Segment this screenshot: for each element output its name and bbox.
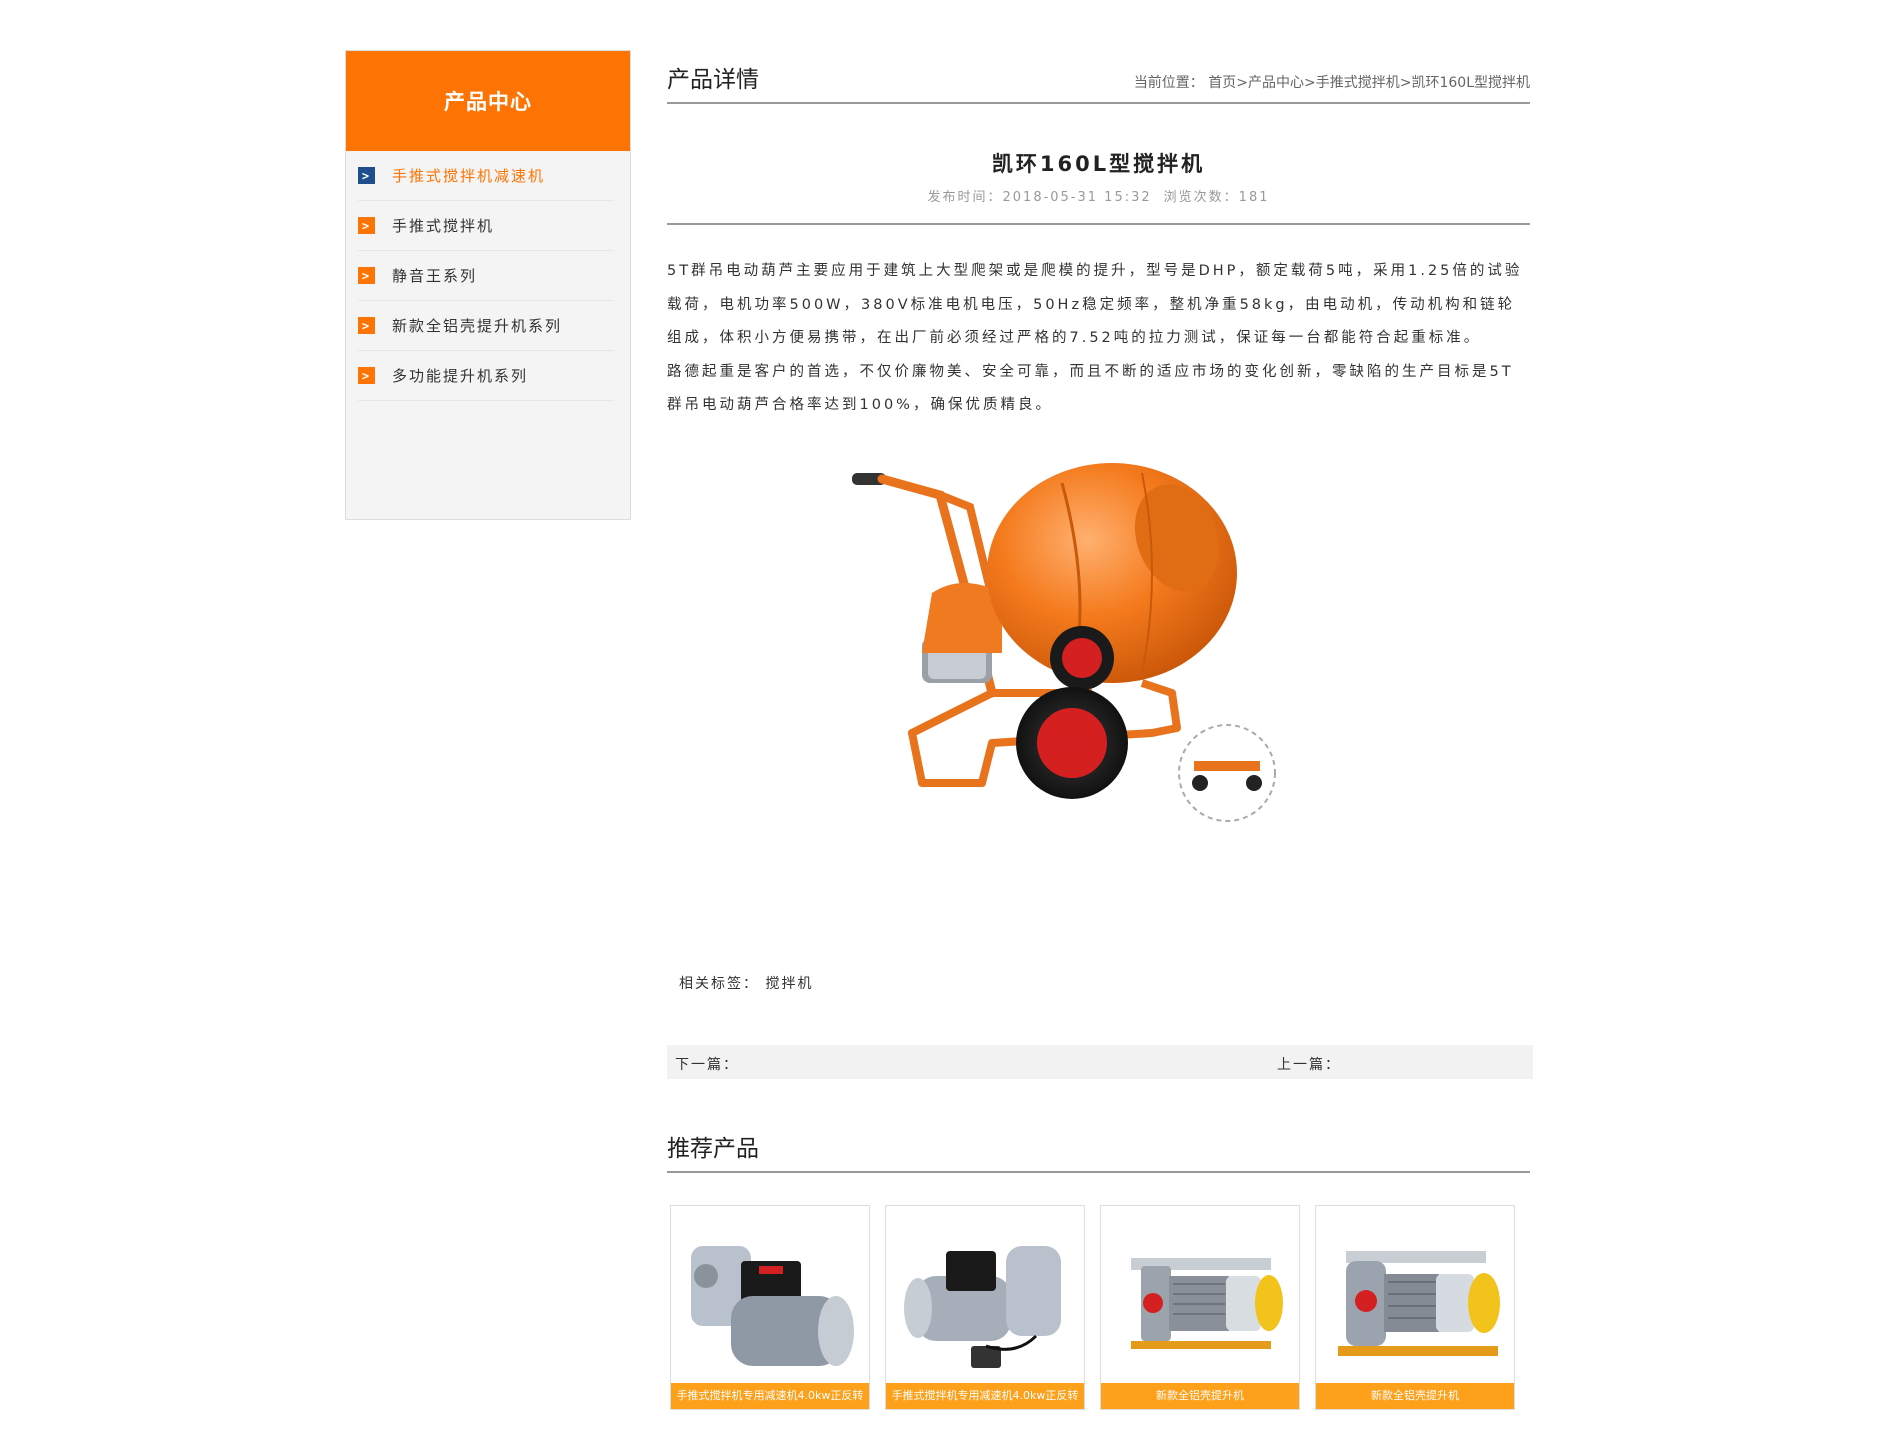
tags: 相关标签： 搅拌机 xyxy=(667,973,1530,993)
article-meta: 发布时间：2018-05-31 15:32 浏览次数：181 xyxy=(667,186,1530,205)
tags-label: 相关标签： xyxy=(679,975,759,992)
sidebar-item-label: 手推式搅拌机减速机 xyxy=(392,167,546,185)
sidebar: 产品中心 > 手推式搅拌机减速机 > 手推式搅拌机 > 静音王系列 > 新款全铝… xyxy=(345,50,631,520)
next-article-link[interactable]: 下一篇： xyxy=(675,1054,739,1074)
sidebar-item-aluminum-hoist[interactable]: > 新款全铝壳提升机系列 xyxy=(358,301,614,351)
article-paragraph: 5T群吊电动葫芦主要应用于建筑上大型爬架或是爬模的提升，型号是DHP，额定载荷5… xyxy=(667,263,1523,346)
hoist-image xyxy=(1338,1250,1500,1356)
publish-time: 2018-05-31 15:32 xyxy=(1002,190,1152,205)
sidebar-item-gear-reducer[interactable]: > 手推式搅拌机减速机 xyxy=(358,151,614,201)
recommend-header: 推荐产品 xyxy=(667,1121,1530,1173)
sidebar-item-silent-series[interactable]: > 静音王系列 xyxy=(358,251,614,301)
breadcrumb-prefix: 当前位置： xyxy=(1133,75,1204,91)
tag-link[interactable]: 搅拌机 xyxy=(765,976,813,992)
article-title: 凯环160L型搅拌机 xyxy=(991,152,1206,176)
sidebar-item-multi-hoist[interactable]: > 多功能提升机系列 xyxy=(358,351,614,401)
chevron-right-icon: > xyxy=(358,167,375,184)
sidebar-list: > 手推式搅拌机减速机 > 手推式搅拌机 > 静音王系列 > 新款全铝壳提升机系… xyxy=(346,151,630,401)
prev-article-link[interactable]: 上一篇： xyxy=(1277,1054,1341,1074)
reducer-image xyxy=(691,1245,854,1366)
chevron-right-icon: > xyxy=(358,267,375,284)
chevron-right-icon: > xyxy=(358,317,375,334)
publish-label: 发布时间： xyxy=(927,190,1003,205)
sidebar-item-hand-mixer[interactable]: > 手推式搅拌机 xyxy=(358,201,614,251)
sidebar-item-label: 多功能提升机系列 xyxy=(392,367,529,385)
chevron-right-icon: > xyxy=(358,367,375,384)
sidebar-item-label: 静音王系列 xyxy=(392,267,478,285)
recommend-caption: 手推式搅拌机专用减速机4.0kw正反转 xyxy=(671,1382,869,1409)
product-image xyxy=(842,443,1322,873)
breadcrumb-center-link[interactable]: 产品中心 xyxy=(1248,75,1304,91)
recommend-caption: 新款全铝壳提升机 xyxy=(1316,1382,1514,1409)
section-header: 产品详情 当前位置： 首页>产品中心>手推式搅拌机>凯环160L型搅拌机 xyxy=(667,50,1530,104)
recommend-card[interactable]: 新款全铝壳提升机 xyxy=(1315,1204,1515,1410)
breadcrumb-current[interactable]: 凯环160L型搅拌机 xyxy=(1411,75,1530,91)
prev-next-bar: 下一篇： 上一篇： xyxy=(667,1044,1533,1079)
recommend-title: 推荐产品 xyxy=(667,1135,759,1162)
reducer-image xyxy=(904,1245,1061,1368)
article-paragraph: 路德起重是客户的首选，不仅价廉物美、安全可靠，而且不断的适应市场的变化创新，零缺… xyxy=(667,363,1514,414)
recommend-card[interactable]: 新款全铝壳提升机 xyxy=(1100,1204,1300,1410)
hoist-image xyxy=(1131,1257,1283,1349)
main-content: 产品详情 当前位置： 首页>产品中心>手推式搅拌机>凯环160L型搅拌机 凯环1… xyxy=(667,50,1533,1410)
section-title: 产品详情 xyxy=(667,67,759,93)
breadcrumb-home-link[interactable]: 首页 xyxy=(1208,75,1236,91)
breadcrumb-separator: > xyxy=(1304,75,1316,91)
sidebar-item-label: 新款全铝壳提升机系列 xyxy=(392,317,563,335)
breadcrumb-category-link[interactable]: 手推式搅拌机 xyxy=(1316,75,1400,91)
breadcrumb-separator: > xyxy=(1399,75,1412,91)
recommend-caption: 手推式搅拌机专用减速机4.0kw正反转 xyxy=(886,1382,1084,1409)
mixer-image xyxy=(852,462,1276,822)
article-header: 凯环160L型搅拌机 发布时间：2018-05-31 15:32 浏览次数：181 xyxy=(667,104,1530,205)
divider xyxy=(667,223,1530,225)
views-label: 浏览次数： xyxy=(1163,190,1239,205)
recommend-grid: 手推式搅拌机专用减速机4.0kw正反转 手推式搅拌机专用减速机4.0kw正反转 xyxy=(670,1204,1530,1410)
breadcrumb: 当前位置： 首页>产品中心>手推式搅拌机>凯环160L型搅拌机 xyxy=(1134,72,1530,92)
recommend-card[interactable]: 手推式搅拌机专用减速机4.0kw正反转 xyxy=(885,1204,1085,1410)
sidebar-title: 产品中心 xyxy=(346,51,630,151)
recommend-caption: 新款全铝壳提升机 xyxy=(1101,1382,1299,1409)
breadcrumb-separator: > xyxy=(1236,75,1248,91)
article-body: 5T群吊电动葫芦主要应用于建筑上大型爬架或是爬模的提升，型号是DHP，额定载荷5… xyxy=(667,255,1530,423)
sidebar-item-label: 手推式搅拌机 xyxy=(392,217,495,235)
views-count: 181 xyxy=(1238,190,1270,205)
recommend-card[interactable]: 手推式搅拌机专用减速机4.0kw正反转 xyxy=(670,1204,870,1410)
chevron-right-icon: > xyxy=(358,217,375,234)
